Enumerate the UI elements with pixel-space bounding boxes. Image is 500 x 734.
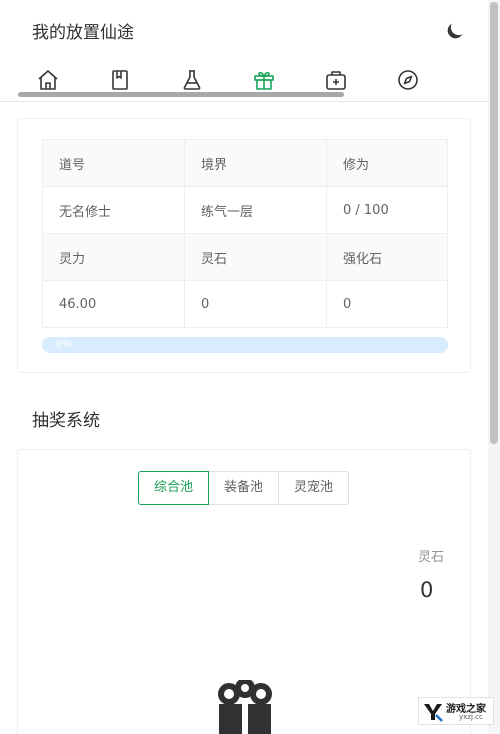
stat-label-lingshi: 灵石	[184, 233, 327, 281]
player-stats-table: 道号 境界 修为 无名修士 练气一层 0 / 100 灵力 灵石 强化石 46.…	[42, 139, 448, 328]
home-icon[interactable]	[36, 68, 60, 92]
lottery-section-title: 抽奖系统	[32, 411, 100, 431]
table-row: 无名修士 练气一层 0 / 100	[42, 186, 448, 234]
stat-value-lingli: 46.00	[42, 280, 185, 328]
moon-icon[interactable]	[444, 20, 466, 42]
medkit-icon[interactable]	[324, 68, 348, 92]
stat-label-lingli: 灵力	[42, 233, 185, 281]
watermark-logo: 游戏之家 yxzj.cc	[418, 697, 494, 725]
table-row: 道号 境界 修为	[42, 139, 448, 187]
flask-icon[interactable]	[180, 68, 204, 92]
stat-value-daohao: 无名修士	[42, 186, 185, 234]
stat-value-qianghuashi: 0	[326, 280, 448, 328]
cultivation-progress-bar: 0%	[42, 337, 448, 353]
table-row: 灵力 灵石 强化石	[42, 233, 448, 281]
tab-general-pool[interactable]: 综合池	[138, 471, 210, 505]
stat-value-lingshi: 0	[184, 280, 327, 328]
tab-pet-pool[interactable]: 灵宠池	[278, 471, 350, 505]
tab-equipment-pool[interactable]: 装备池	[208, 471, 280, 505]
stat-label-qianghuashi: 强化石	[326, 233, 448, 281]
pool-tabs: 综合池 装备池 灵宠池	[138, 471, 350, 505]
watermark-domain: yxzj.cc	[459, 713, 483, 721]
app-title: 我的放置仙途	[32, 23, 134, 43]
page-scrollbar-thumb[interactable]	[490, 2, 498, 444]
progress-text: 0%	[56, 339, 72, 350]
table-row: 46.00 0 0	[42, 280, 448, 328]
app-header: 我的放置仙途	[0, 0, 488, 60]
gift-icon[interactable]	[252, 68, 276, 92]
stat-value-jingjie: 练气一层	[184, 186, 327, 234]
book-icon[interactable]	[108, 68, 132, 92]
stat-label-xiuwei: 修为	[326, 139, 448, 187]
compass-icon[interactable]	[396, 68, 420, 92]
gift-icon[interactable]	[205, 678, 285, 734]
yxzj-logo-icon	[424, 704, 443, 722]
lottery-card: 综合池 装备池 灵宠池 灵石 0	[17, 449, 471, 734]
spirit-stone-value: 0	[420, 578, 434, 602]
nav-scrollbar[interactable]	[18, 92, 344, 97]
player-stats-card: 道号 境界 修为 无名修士 练气一层 0 / 100 灵力 灵石 强化石 46.…	[17, 118, 471, 373]
stat-label-jingjie: 境界	[184, 139, 327, 187]
spirit-stone-label: 灵石	[418, 550, 445, 565]
stat-label-daohao: 道号	[42, 139, 185, 187]
stat-value-xiuwei: 0 / 100	[326, 186, 448, 234]
